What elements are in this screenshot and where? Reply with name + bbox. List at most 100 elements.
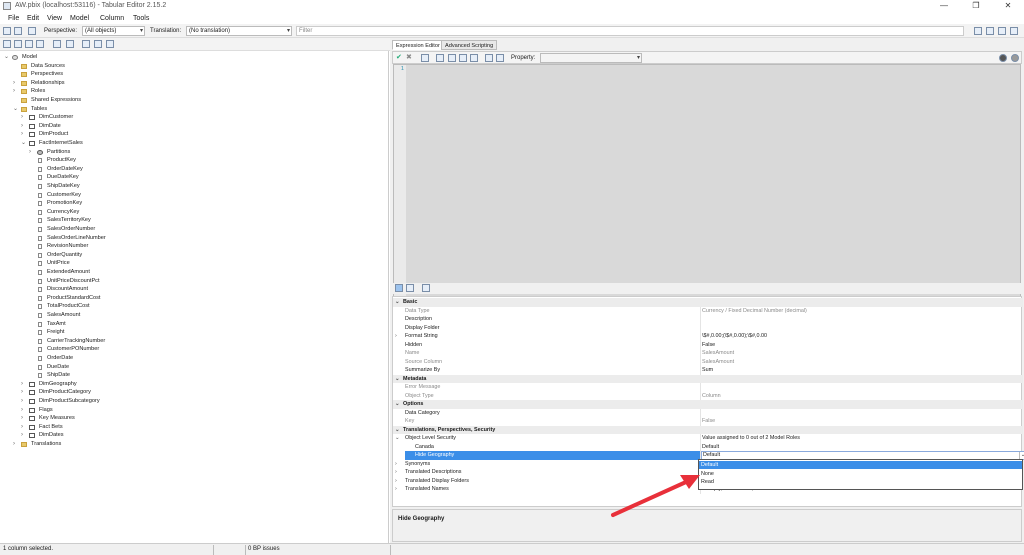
maximize-button[interactable]: ❐ bbox=[962, 0, 990, 12]
indent-icon[interactable] bbox=[485, 54, 493, 62]
collapse-icon[interactable]: ⌄ bbox=[4, 53, 10, 62]
expand-icon[interactable]: › bbox=[395, 485, 397, 494]
property-select[interactable]: ▾ bbox=[540, 53, 642, 63]
property-name: Description bbox=[405, 316, 432, 322]
expand-icon[interactable]: › bbox=[21, 113, 27, 122]
property-row[interactable]: ⌄ Object Level Security Value assigned to … bbox=[393, 434, 1023, 443]
property-row[interactable]: Hidden False bbox=[393, 340, 1023, 350]
save-icon[interactable] bbox=[28, 27, 36, 35]
tab-advanced-scripting[interactable]: Advanced Scripting bbox=[441, 40, 498, 50]
property-row[interactable]: Name SalesAmount bbox=[393, 349, 1023, 358]
chevron-down-icon[interactable]: ⌄ bbox=[1019, 452, 1024, 459]
property-row[interactable]: Key False bbox=[393, 417, 1023, 426]
expand-icon[interactable]: › bbox=[21, 380, 27, 389]
property-row[interactable]: Data Type Currency / Fixed Decimal Number… bbox=[393, 306, 1023, 316]
dax-icon[interactable] bbox=[421, 54, 429, 62]
menu-column[interactable]: Column bbox=[100, 15, 124, 22]
expand-icon[interactable]: › bbox=[395, 332, 397, 341]
expand-icon[interactable]: › bbox=[13, 79, 19, 88]
collapse-icon[interactable]: ⌄ bbox=[395, 434, 400, 443]
open-icon[interactable] bbox=[3, 27, 11, 35]
collapse-icon[interactable]: ⌄ bbox=[21, 139, 27, 148]
property-value: False bbox=[702, 418, 716, 424]
expand-icon[interactable]: › bbox=[21, 397, 27, 406]
translation-select[interactable]: (No translation) ▾ bbox=[186, 26, 292, 36]
expand-icon[interactable]: › bbox=[395, 477, 397, 486]
expand-icon[interactable]: › bbox=[21, 406, 27, 415]
expand-icon[interactable]: › bbox=[21, 388, 27, 397]
property-row[interactable]: Description bbox=[393, 315, 1023, 324]
dropdown-option-default[interactable]: Default bbox=[699, 461, 1022, 469]
menu-tools[interactable]: Tools bbox=[133, 15, 149, 22]
expand-icon[interactable]: › bbox=[13, 440, 19, 449]
property-row[interactable]: Data Category bbox=[393, 408, 1023, 418]
replace-icon[interactable] bbox=[470, 54, 478, 62]
tab-expression-editor[interactable]: Expression Editor bbox=[392, 40, 444, 50]
cancel-icon[interactable]: ✖ bbox=[406, 54, 414, 62]
expression-editor[interactable]: 1 bbox=[393, 64, 1021, 315]
undo-icon[interactable] bbox=[448, 54, 456, 62]
main-toolbar: Perspective: (All objects) ▾ Translation:… bbox=[0, 24, 1024, 38]
expand-icon[interactable]: › bbox=[29, 148, 35, 157]
forward-icon[interactable] bbox=[1011, 54, 1019, 62]
format-icon[interactable] bbox=[436, 54, 444, 62]
sort-alpha-icon[interactable] bbox=[406, 284, 414, 292]
filter-icon[interactable] bbox=[974, 27, 982, 35]
property-row[interactable]: Display Folder bbox=[393, 323, 1023, 333]
expand-icon[interactable]: › bbox=[21, 414, 27, 423]
expand-icon[interactable]: › bbox=[21, 130, 27, 139]
collapse-icon[interactable]: ⌄ bbox=[395, 400, 400, 409]
panel-icon[interactable] bbox=[1010, 27, 1018, 35]
dropdown-option-none[interactable]: None bbox=[699, 470, 1022, 478]
accept-icon[interactable]: ✔ bbox=[396, 54, 404, 62]
collapse-icon[interactable]: ⌄ bbox=[395, 375, 400, 384]
collapse-icon[interactable]: ⌄ bbox=[395, 426, 400, 435]
measure-icon[interactable] bbox=[36, 40, 44, 48]
property-pages-icon[interactable] bbox=[422, 284, 430, 292]
close-button[interactable]: ✕ bbox=[994, 0, 1022, 12]
perspective-select[interactable]: (All objects) ▾ bbox=[82, 26, 145, 36]
grid-icon[interactable] bbox=[82, 40, 90, 48]
copy-icon[interactable] bbox=[106, 40, 114, 48]
search-icon[interactable] bbox=[459, 54, 467, 62]
table-icon bbox=[29, 416, 35, 422]
menu-model[interactable]: Model bbox=[70, 15, 89, 22]
dropdown-option-read[interactable]: Read bbox=[699, 478, 1022, 486]
expand-icon[interactable]: › bbox=[21, 431, 27, 440]
expand-icon[interactable]: › bbox=[13, 87, 19, 96]
bp-issues-status[interactable]: 0 BP issues bbox=[248, 546, 280, 552]
role-icon[interactable] bbox=[66, 40, 74, 48]
collapse-icon[interactable]: ⌄ bbox=[395, 298, 400, 307]
property-row[interactable]: Error Message bbox=[393, 383, 1023, 392]
expand-icon[interactable]: › bbox=[395, 468, 397, 477]
column-divider bbox=[700, 323, 701, 333]
view-toggle-icon[interactable] bbox=[986, 27, 994, 35]
sum-icon[interactable] bbox=[3, 40, 11, 48]
connect-icon[interactable] bbox=[14, 27, 22, 35]
expand-icon[interactable]: › bbox=[21, 122, 27, 131]
expand-icon[interactable]: › bbox=[395, 460, 397, 469]
menu-file[interactable]: File bbox=[8, 15, 19, 22]
layout-icon[interactable] bbox=[998, 27, 1006, 35]
property-row[interactable]: › Format String \$#,0.00;(\$#,0.00);\$#,0.… bbox=[393, 332, 1023, 341]
partition-icon[interactable] bbox=[53, 40, 61, 48]
property-row[interactable]: Source Column SalesAmount bbox=[393, 357, 1023, 367]
filter-input[interactable]: Filter bbox=[296, 26, 964, 36]
property-row[interactable]: Canada Default bbox=[393, 442, 1023, 452]
hierarchy-icon[interactable] bbox=[25, 40, 33, 48]
property-name: Name bbox=[405, 350, 420, 356]
back-icon[interactable] bbox=[999, 54, 1007, 62]
display-icon[interactable] bbox=[94, 40, 102, 48]
categorized-icon[interactable] bbox=[395, 284, 403, 292]
tree-node-label: Tables bbox=[31, 105, 48, 112]
tree-node-label: ShipDate bbox=[47, 372, 71, 379]
expand-icon[interactable]: › bbox=[21, 423, 27, 432]
outdent-icon[interactable] bbox=[496, 54, 504, 62]
property-row[interactable]: Summarize By Sum bbox=[393, 366, 1023, 375]
table-icon[interactable] bbox=[14, 40, 22, 48]
menu-edit[interactable]: Edit bbox=[27, 15, 39, 22]
minimize-button[interactable]: — bbox=[930, 0, 958, 12]
menu-view[interactable]: View bbox=[47, 15, 62, 22]
collapse-icon[interactable]: ⌄ bbox=[13, 105, 19, 114]
property-row[interactable]: Object Type Column bbox=[393, 391, 1023, 401]
